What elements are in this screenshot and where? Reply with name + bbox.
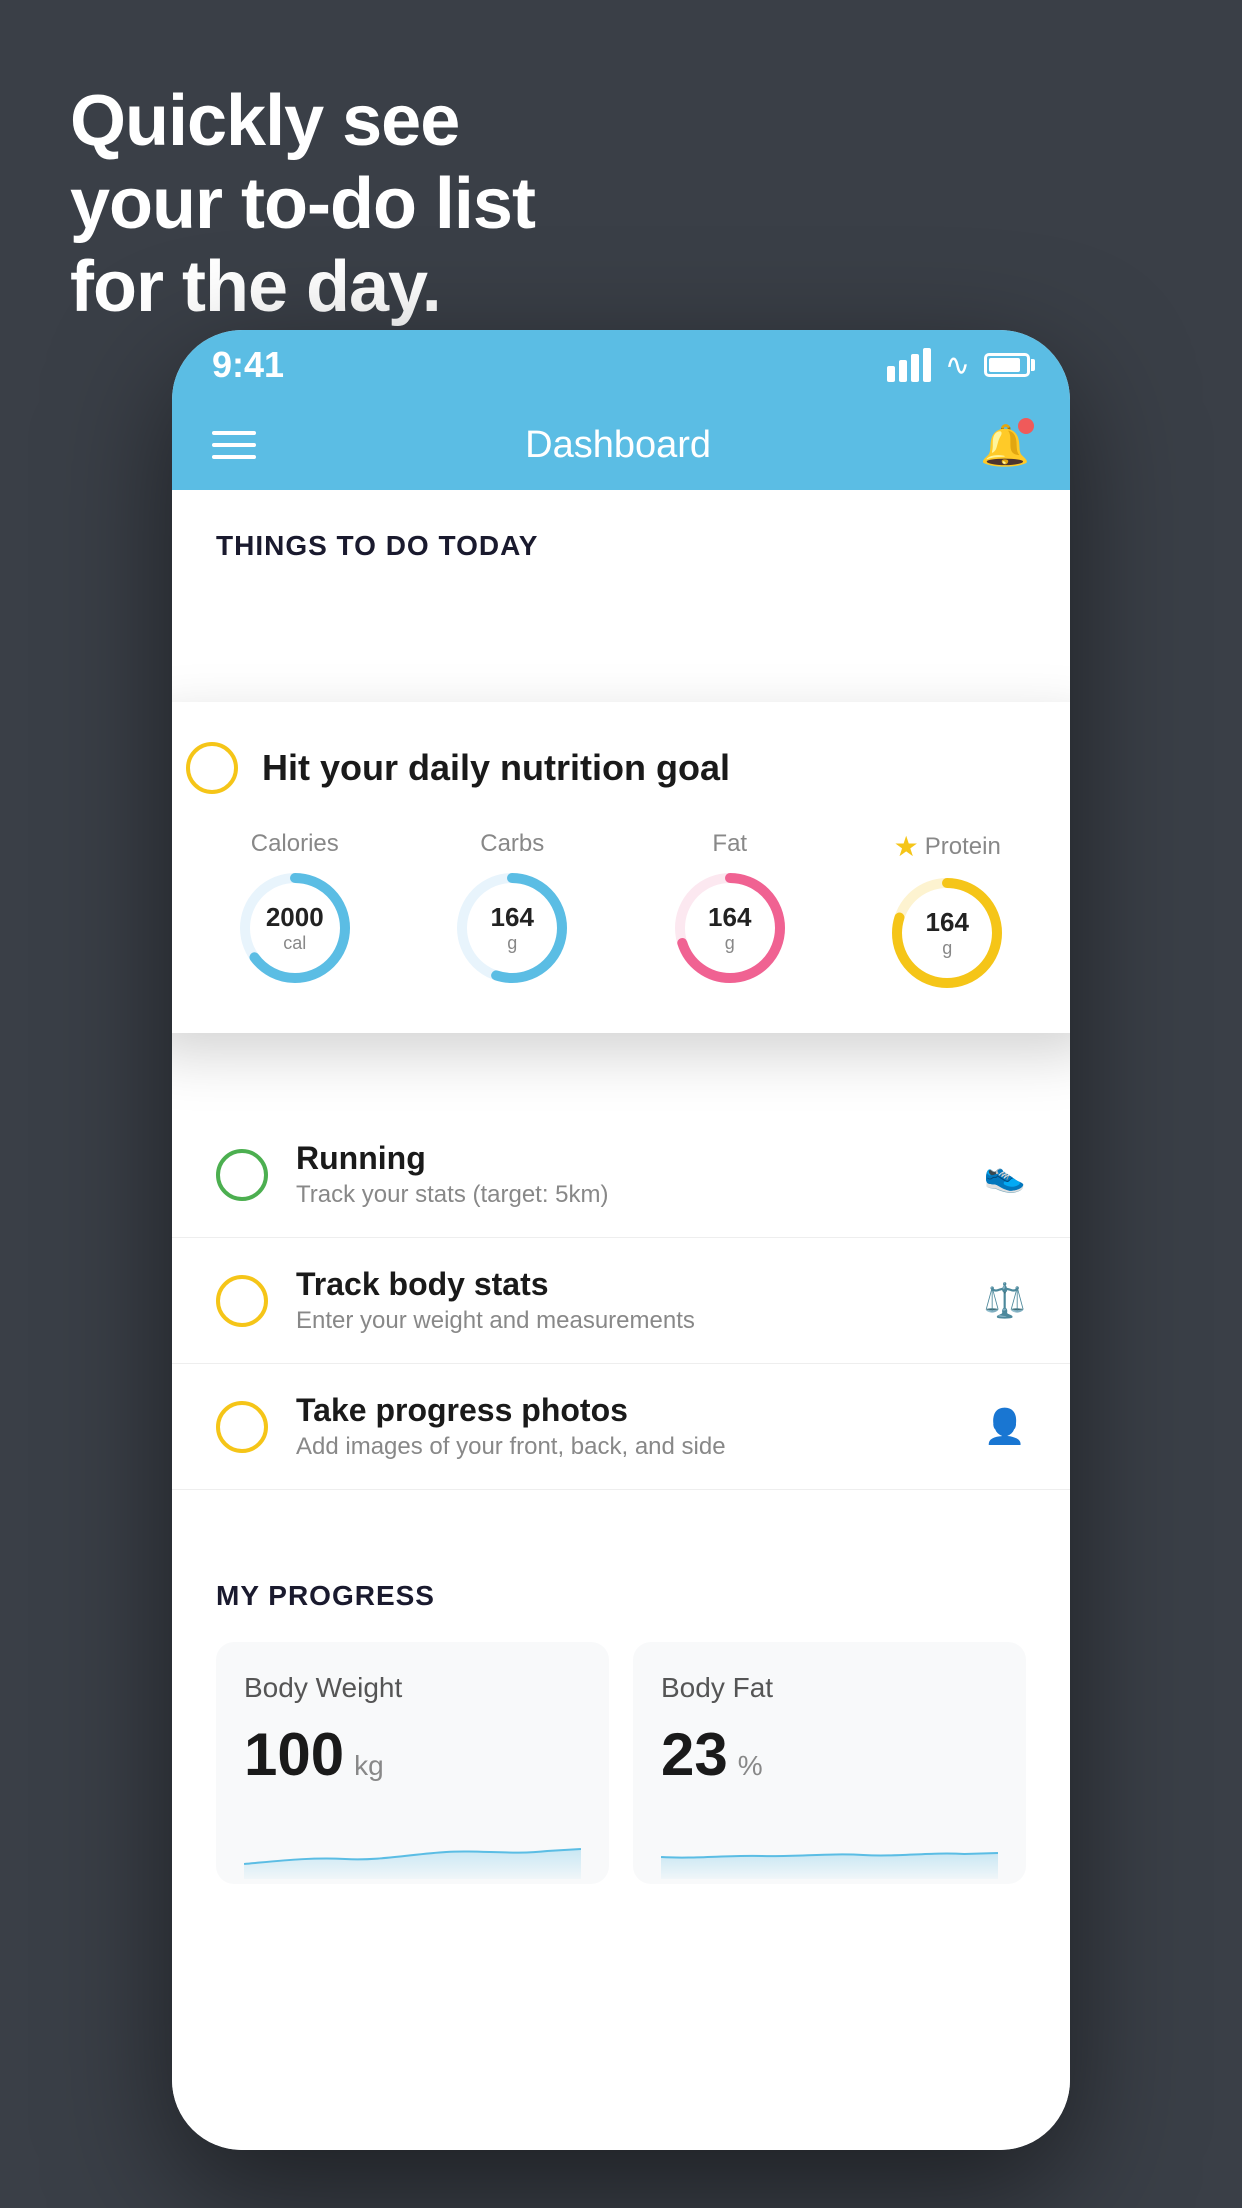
todo-list: Running Track your stats (target: 5km) 👟… [172, 1102, 1070, 1490]
nutrition-card: Hit your daily nutrition goal Calories [172, 702, 1070, 1033]
hero-line1: Quickly see [70, 80, 535, 163]
phone-mockup: 9:41 ∿ Dashboard 🔔 THINGS TO DO TODAY [172, 330, 1070, 2150]
progress-photos-sub: Add images of your front, back, and side [296, 1433, 984, 1461]
nutrition-card-title: Hit your daily nutrition goal [262, 747, 730, 789]
progress-photos-check-circle [216, 1401, 268, 1453]
notification-badge [1018, 418, 1034, 434]
nutrition-row: Calories 2000 cal [186, 830, 1056, 993]
body-stats-text: Track body stats Enter your weight and m… [296, 1266, 984, 1335]
notification-button[interactable]: 🔔 [980, 422, 1030, 469]
star-icon: ★ [894, 830, 919, 863]
running-text: Running Track your stats (target: 5km) [296, 1140, 984, 1209]
nutrition-protein: ★ Protein 164 g [887, 830, 1007, 993]
battery-icon [984, 353, 1030, 377]
body-weight-value: 100 [244, 1720, 344, 1789]
carbs-label: Carbs [480, 830, 544, 858]
hero-line2: your to-do list [70, 163, 535, 246]
body-weight-title: Body Weight [244, 1672, 581, 1704]
progress-header: MY PROGRESS [216, 1580, 1026, 1612]
carbs-donut: 164 g [452, 868, 572, 988]
progress-photos-text: Take progress photos Add images of your … [296, 1392, 984, 1461]
calories-donut: 2000 cal [235, 868, 355, 988]
todo-running[interactable]: Running Track your stats (target: 5km) 👟 [172, 1112, 1070, 1238]
fat-label: Fat [712, 830, 747, 858]
carbs-value: 164 [491, 902, 534, 933]
phone-content: THINGS TO DO TODAY Hit your daily nutrit… [172, 490, 1070, 2150]
status-time: 9:41 [212, 344, 284, 386]
menu-button[interactable] [212, 431, 256, 459]
todo-progress-photos[interactable]: Take progress photos Add images of your … [172, 1364, 1070, 1490]
running-sub: Track your stats (target: 5km) [296, 1181, 984, 1209]
calories-unit: cal [266, 933, 324, 954]
carbs-unit: g [491, 933, 534, 954]
protein-donut: 164 g [887, 873, 1007, 993]
status-icons: ∿ [887, 348, 1030, 383]
body-fat-value-row: 23 % [661, 1720, 998, 1789]
progress-cards: Body Weight 100 kg [216, 1642, 1026, 1884]
protein-label-row: ★ Protein [894, 830, 1001, 863]
calories-label: Calories [251, 830, 339, 858]
wifi-icon: ∿ [945, 348, 970, 383]
fat-value: 164 [708, 902, 751, 933]
signal-icon [887, 348, 931, 382]
body-weight-sparkline [244, 1819, 581, 1879]
body-fat-card[interactable]: Body Fat 23 % [633, 1642, 1026, 1884]
protein-label: Protein [925, 833, 1001, 861]
status-bar: 9:41 ∿ [172, 330, 1070, 400]
body-fat-unit: % [738, 1750, 763, 1782]
protein-unit: g [926, 938, 969, 959]
body-stats-check-circle [216, 1275, 268, 1327]
body-stats-icon: ⚖️ [984, 1281, 1026, 1321]
nutrition-calories: Calories 2000 cal [235, 830, 355, 988]
body-stats-title: Track body stats [296, 1266, 984, 1303]
progress-photos-title: Take progress photos [296, 1392, 984, 1429]
body-fat-value: 23 [661, 1720, 728, 1789]
running-title: Running [296, 1140, 984, 1177]
fat-unit: g [708, 933, 751, 954]
nutrition-card-header: Hit your daily nutrition goal [186, 742, 1056, 794]
body-weight-card[interactable]: Body Weight 100 kg [216, 1642, 609, 1884]
body-fat-sparkline [661, 1819, 998, 1879]
progress-section: MY PROGRESS Body Weight 100 kg [172, 1530, 1070, 1884]
nutrition-check-circle [186, 742, 238, 794]
nav-bar: Dashboard 🔔 [172, 400, 1070, 490]
things-to-do-header: THINGS TO DO TODAY [172, 490, 1070, 582]
calories-value: 2000 [266, 902, 324, 933]
hero-line3: for the day. [70, 246, 535, 329]
body-weight-value-row: 100 kg [244, 1720, 581, 1789]
fat-donut: 164 g [670, 868, 790, 988]
protein-value: 164 [926, 907, 969, 938]
nav-title: Dashboard [525, 424, 711, 467]
body-stats-sub: Enter your weight and measurements [296, 1307, 984, 1335]
nutrition-carbs: Carbs 164 g [452, 830, 572, 988]
todo-body-stats[interactable]: Track body stats Enter your weight and m… [172, 1238, 1070, 1364]
content-relative: Hit your daily nutrition goal Calories [172, 582, 1070, 1490]
hero-text: Quickly see your to-do list for the day. [70, 80, 535, 328]
running-icon: 👟 [984, 1155, 1026, 1195]
progress-photos-icon: 👤 [984, 1407, 1026, 1447]
running-check-circle [216, 1149, 268, 1201]
body-weight-unit: kg [354, 1750, 384, 1782]
nutrition-fat: Fat 164 g [670, 830, 790, 988]
body-fat-title: Body Fat [661, 1672, 998, 1704]
